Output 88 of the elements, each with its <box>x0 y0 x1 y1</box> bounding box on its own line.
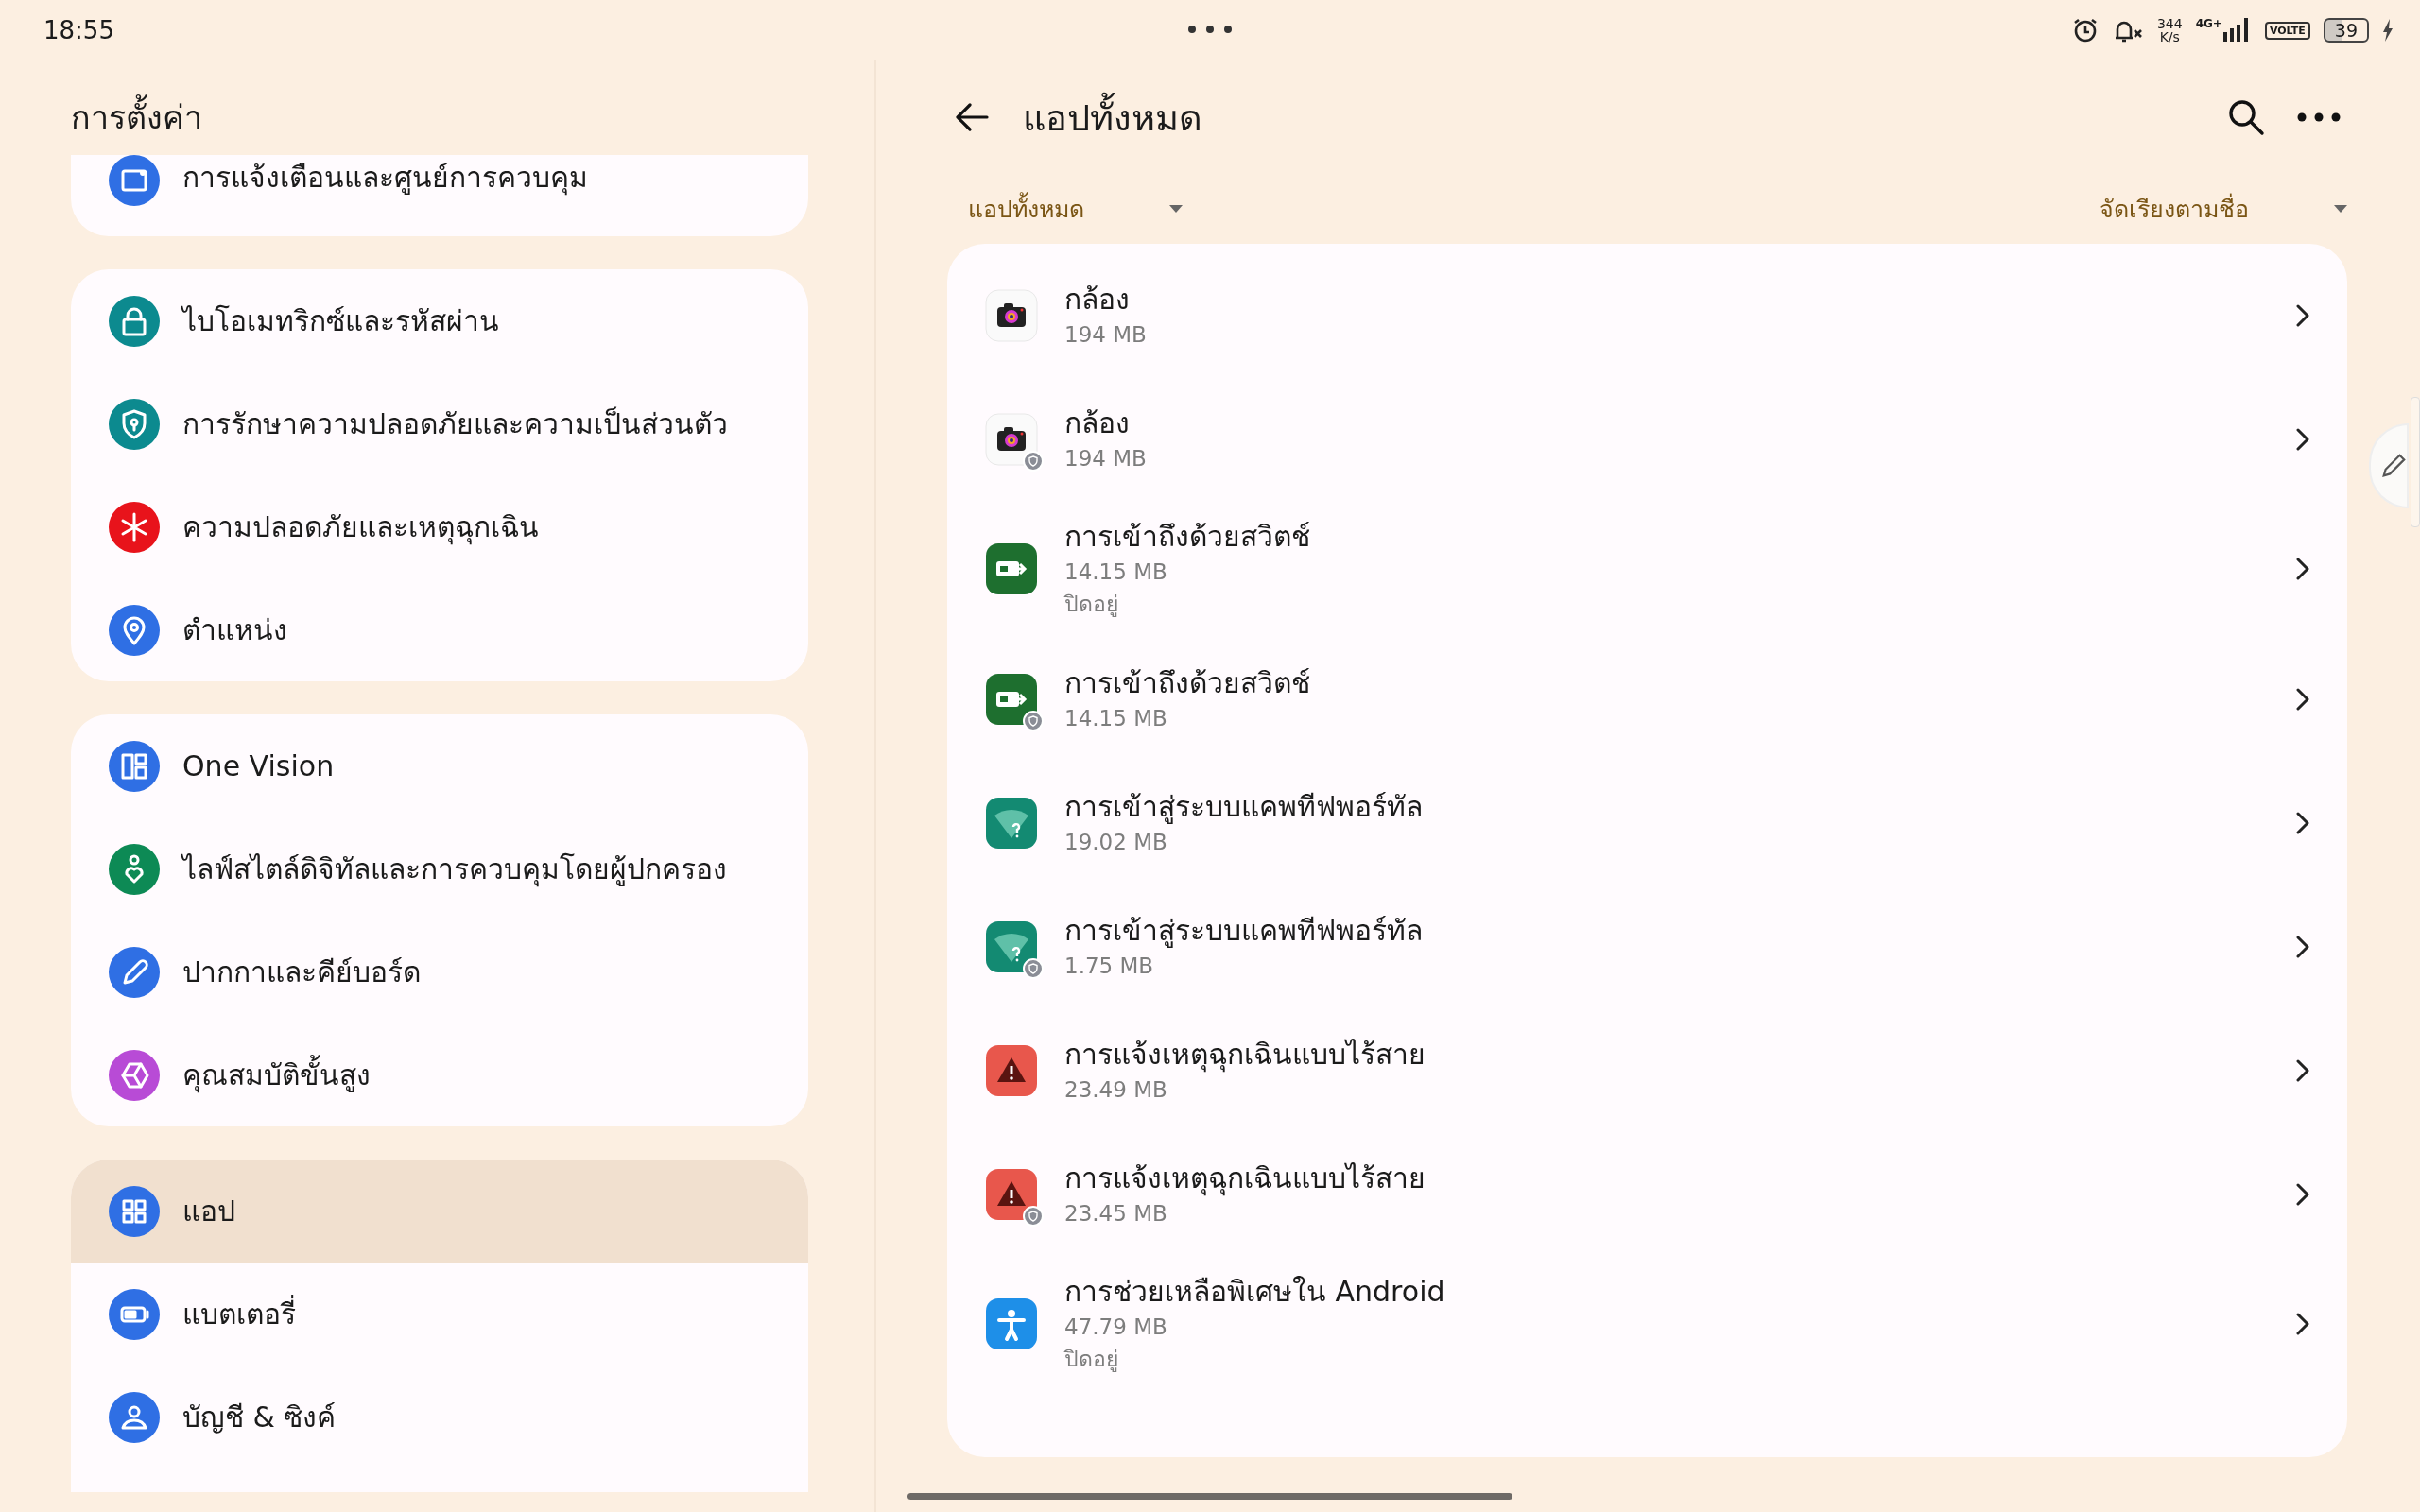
wellbeing-icon <box>109 843 160 895</box>
shield-icon <box>109 398 160 450</box>
app-name: การช่วยเหลือพิเศษใน Android <box>1064 1274 1446 1310</box>
app-status: ปิดอยู่ <box>1064 1346 1119 1374</box>
page-title: แอปทั้งหมด <box>1023 88 1202 146</box>
app-size: 14.15 MB <box>1064 704 1168 732</box>
layout-icon <box>109 740 160 792</box>
app-size: 23.45 MB <box>1064 1199 1168 1228</box>
settings-item[interactable]: บัญชี & ซิงค์ <box>71 1366 808 1469</box>
alert-app-icon <box>985 1043 1038 1097</box>
settings-item[interactable]: การรักษาความปลอดภัยและความเป็นส่วนตัว <box>71 372 808 475</box>
app-list-item[interactable]: การเข้าถึงด้วยสวิตช์ 14.15 MB <box>947 637 2347 761</box>
switch-app-icon <box>985 672 1038 726</box>
settings-item[interactable]: ปากกาและคีย์บอร์ด <box>71 920 808 1023</box>
emergency-icon <box>109 501 160 553</box>
settings-item[interactable]: การแจ้งเตือนและศูนย์การควบคุม <box>71 155 808 236</box>
chevron-right-icon <box>2296 1313 2309 1335</box>
battery-icon <box>109 1288 160 1340</box>
charging-icon <box>2382 19 2394 42</box>
app-name: กล้อง <box>1064 281 1131 318</box>
caret-icon <box>1169 205 1183 213</box>
speed-unit: K/s <box>2159 30 2180 43</box>
network-type: 4G+ <box>2195 17 2222 30</box>
app-size: 194 MB <box>1064 320 1148 349</box>
chevron-right-icon <box>2296 558 2309 580</box>
app-list-item[interactable]: การช่วยเหลือพิเศษใน Android 47.79 MB ปิดอยู่ <box>947 1256 2347 1392</box>
app-size: 47.79 MB <box>1064 1314 1168 1341</box>
volte-badge: VOLTE <box>2264 21 2310 40</box>
app-list-item[interactable]: กล้อง 194 MB <box>947 253 2347 377</box>
lock-icon <box>109 295 160 347</box>
settings-item[interactable]: แบตเตอรี่ <box>71 1263 808 1366</box>
app-name: การเข้าสู่ระบบแคพทีฟพอร์ทัล <box>1064 788 1424 826</box>
settings-item[interactable]: คุณสมบัติขั้นสูง <box>71 1023 808 1126</box>
sort-dropdown[interactable]: จัดเรียงตามชื่อ <box>2100 190 2347 228</box>
app-status: ปิดอยู่ <box>1064 591 1119 619</box>
app-list-item[interactable]: การเข้าสู่ระบบแคพทีฟพอร์ทัล 1.75 MB <box>947 885 2347 1008</box>
chevron-right-icon <box>2296 1058 2309 1082</box>
app-size: 19.02 MB <box>1064 828 1168 856</box>
app-size: 14.15 MB <box>1064 558 1168 586</box>
settings-item[interactable]: แอป <box>71 1160 808 1263</box>
portal-app-icon <box>985 796 1038 850</box>
clock-time: 18:55 <box>43 16 114 44</box>
app-size: 1.75 MB <box>1064 952 1155 980</box>
battery-level: 39 <box>2323 18 2369 43</box>
portal-app-icon <box>985 919 1038 973</box>
app-name: การแจ้งเหตุฉุกเฉินแบบไร้สาย <box>1064 1160 1426 1197</box>
alert-app-icon <box>985 1167 1038 1221</box>
chevron-right-icon <box>2296 687 2309 711</box>
cube-icon <box>109 1049 160 1101</box>
chevron-right-icon <box>2296 1182 2309 1206</box>
app-name: กล้อง <box>1064 404 1131 441</box>
settings-item[interactable]: ไบโอเมทริกซ์และรหัสผ่าน <box>71 269 808 372</box>
edge-handle[interactable] <box>2411 397 2420 527</box>
switch-app-icon <box>985 542 1038 595</box>
app-size: 23.49 MB <box>1064 1075 1168 1104</box>
chevron-right-icon <box>2296 811 2309 834</box>
settings-item[interactable]: One Vision <box>71 714 808 817</box>
app-list-item[interactable]: การแจ้งเหตุฉุกเฉินแบบไร้สาย 23.49 MB <box>947 1008 2347 1132</box>
app-list-item[interactable]: การเข้าสู่ระบบแคพทีฟพอร์ทัล 19.02 MB <box>947 761 2347 885</box>
settings-item[interactable]: ไลฟ์สไตล์ดิจิทัลและการควบคุมโดยผู้ปกครอง <box>71 817 808 920</box>
more-dots-icon <box>2296 112 2342 123</box>
app-name: การเข้าถึงด้วยสวิตช์ <box>1064 664 1311 701</box>
more-dots-icon <box>1187 25 1233 34</box>
settings-item[interactable]: ความปลอดภัยและเหตุฉุกเฉิน <box>71 475 808 578</box>
location-icon <box>109 604 160 656</box>
chevron-right-icon <box>2296 935 2309 958</box>
accessibility-app-icon <box>985 1297 1038 1350</box>
app-list-item[interactable]: การแจ้งเหตุฉุกเฉินแบบไร้สาย 23.45 MB <box>947 1132 2347 1256</box>
app-list-item[interactable]: การเข้าถึงด้วยสวิตช์ 14.15 MB ปิดอยู่ <box>947 501 2347 637</box>
chevron-right-icon <box>2296 303 2309 327</box>
app-name: การเข้าสู่ระบบแคพทีฟพอร์ทัล <box>1064 912 1424 950</box>
filter-dropdown[interactable]: แอปทั้งหมด <box>968 190 1183 228</box>
pen-icon <box>2380 452 2407 480</box>
camera-app-icon <box>985 288 1038 342</box>
search-icon <box>2226 97 2266 137</box>
app-size: 194 MB <box>1064 444 1148 472</box>
speed-value: 344 <box>2156 17 2183 30</box>
pen-icon <box>109 946 160 998</box>
app-list-item[interactable]: กล้อง 194 MB <box>947 377 2347 501</box>
apps-icon <box>109 1185 160 1237</box>
settings-title: การตั้งค่า <box>71 93 808 142</box>
app-name: การแจ้งเหตุฉุกเฉินแบบไร้สาย <box>1064 1036 1426 1074</box>
caret-icon <box>2334 205 2347 213</box>
settings-item[interactable]: ตำแหน่ง <box>71 578 808 681</box>
chevron-right-icon <box>2296 427 2309 451</box>
camera-app-icon <box>985 412 1038 466</box>
account-icon <box>109 1391 160 1443</box>
app-name: การเข้าถึงด้วยสวิตช์ <box>1064 519 1311 555</box>
